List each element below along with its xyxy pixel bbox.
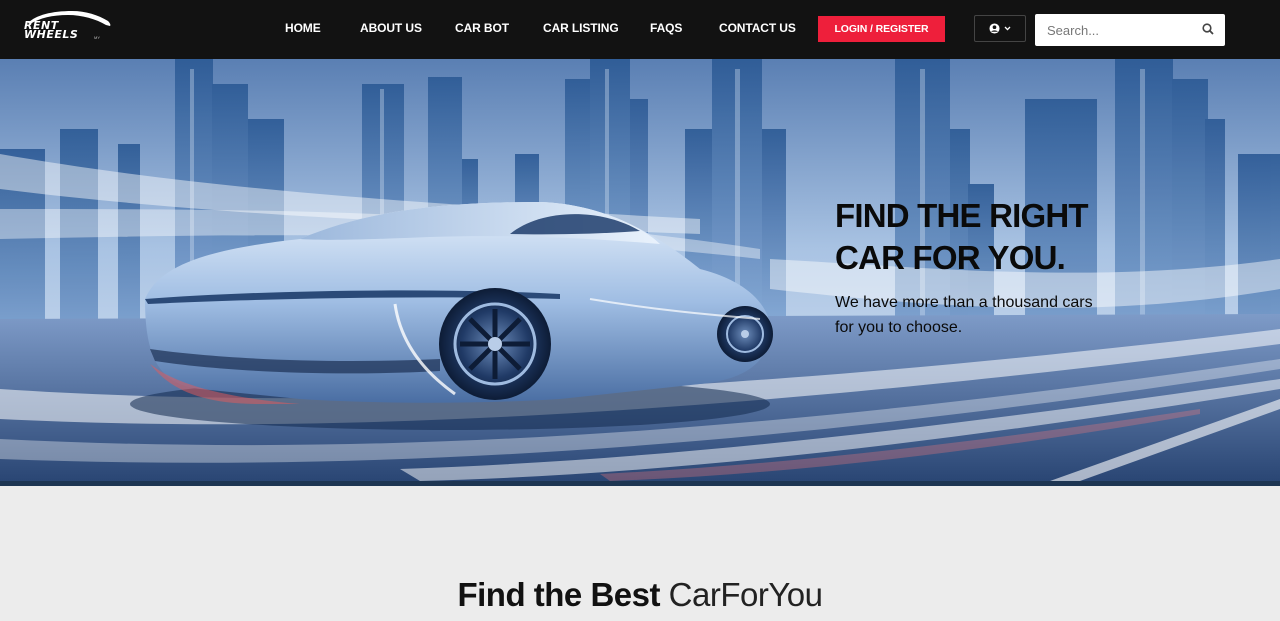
chevron-down-icon: [1004, 26, 1011, 31]
user-circle-icon: [989, 23, 1000, 34]
hero-subtitle: We have more than a thousand cars for yo…: [835, 294, 1093, 336]
account-dropdown-button[interactable]: [974, 15, 1026, 42]
hero-bottom-border: [0, 481, 1280, 486]
hero-title: FIND THE RIGHT CAR FOR YOU.: [835, 197, 1089, 276]
nav-contact-us[interactable]: CONTACT US: [719, 21, 796, 35]
brand-logo[interactable]: RENT WHEELS MY: [22, 9, 114, 45]
hero-banner: FIND THE RIGHT CAR FOR YOU. We have more…: [0, 59, 1280, 481]
brand-wordmark: RENT WHEELS: [24, 19, 79, 41]
brand-suffix: MY: [94, 35, 100, 40]
section-title: Find the Best CarForYou: [0, 576, 1280, 614]
nav-about-us[interactable]: ABOUT US: [360, 21, 422, 35]
nav-home[interactable]: HOME: [285, 21, 321, 35]
section-title-bold: Find the Best: [457, 576, 660, 613]
search-input[interactable]: [1035, 14, 1195, 46]
search-box: [1035, 14, 1225, 46]
login-register-button[interactable]: LOGIN / REGISTER: [818, 16, 945, 42]
search-icon[interactable]: [1202, 23, 1214, 35]
top-navbar: RENT WHEELS MY HOME ABOUT US CAR BOT CAR…: [0, 0, 1280, 59]
nav-car-bot[interactable]: CAR BOT: [455, 21, 509, 35]
nav-faqs[interactable]: FAQS: [650, 21, 682, 35]
section-title-light: CarForYou: [668, 576, 823, 613]
nav-car-listing[interactable]: CAR LISTING: [543, 21, 619, 35]
